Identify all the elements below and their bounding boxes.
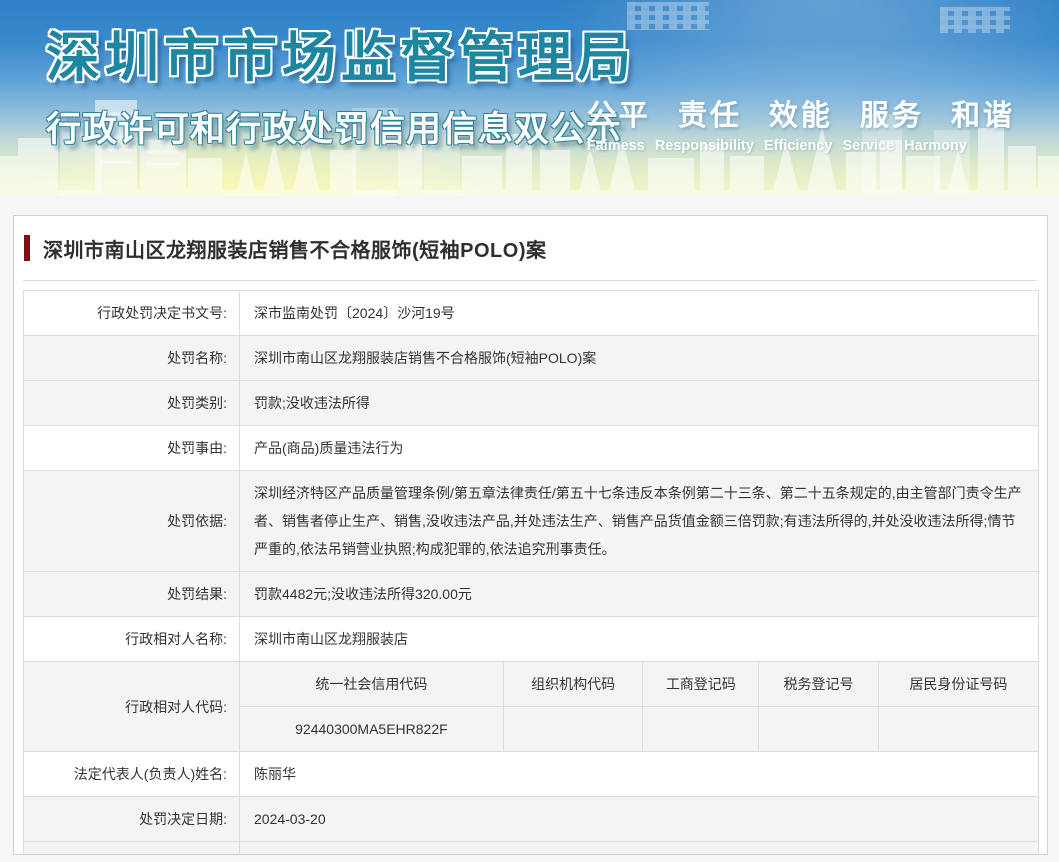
code-col-org: 组织机构代码 <box>503 662 643 707</box>
row-label: 行政相对人代码: <box>24 662 240 752</box>
row-decision-doc-no: 行政处罚决定书文号: 深市监南处罚〔2024〕沙河19号 <box>24 291 1039 336</box>
slogan-cn-text: 公平 责任 效能 服务 和谐 <box>587 92 1015 134</box>
id-number-value <box>878 707 1038 752</box>
site-subtitle: 行政许可和行政处罚信用信息双公示 <box>46 101 636 152</box>
case-title-row: 深圳市南山区龙翔服装店销售不合格服饰(短袖POLO)案 <box>23 233 1038 263</box>
decision-date-value: 2024-03-20 <box>240 797 1039 842</box>
row-label: 处罚依据: <box>24 471 240 572</box>
row-penalty-basis: 处罚依据: 深圳经济特区产品质量管理条例/第五章法律责任/第五十七条违反本条例第… <box>24 471 1039 572</box>
uscc-value: 92440300MA5EHR822F <box>240 707 503 752</box>
row-label: 处罚结果: <box>24 572 240 617</box>
row-penalty-reason: 处罚事由: 产品(商品)质量违法行为 <box>24 426 1039 471</box>
penalty-result-value: 罚款4482元;没收违法所得320.00元 <box>240 572 1039 617</box>
row-penalty-result: 处罚结果: 罚款4482元;没收违法所得320.00元 <box>24 572 1039 617</box>
row-label: 行政处罚决定书文号: <box>24 291 240 336</box>
row-label: 处罚事由: <box>24 426 240 471</box>
party-codes-header-row: 统一社会信用代码 组织机构代码 工商登记码 税务登记号 居民身份证号码 <box>240 662 1038 707</box>
row-label: 处罚决定日期: <box>24 797 240 842</box>
penalty-name-value: 深圳市南山区龙翔服装店销售不合格服饰(短袖POLO)案 <box>240 336 1039 381</box>
row-penalty-category: 处罚类别: 罚款;没收违法所得 <box>24 381 1039 426</box>
code-col-tax: 税务登记号 <box>759 662 879 707</box>
party-codes-cell: 统一社会信用代码 组织机构代码 工商登记码 税务登记号 居民身份证号码 9244… <box>240 662 1039 752</box>
row-penalty-name: 处罚名称: 深圳市南山区龙翔服装店销售不合格服饰(短袖POLO)案 <box>24 336 1039 381</box>
row-decision-date: 处罚决定日期: 2024-03-20 <box>24 797 1039 842</box>
site-title: 深圳市市场监督管理局 <box>46 13 636 92</box>
slogan-en-text: Faimess Responsibility Efficiency Servic… <box>587 138 1015 154</box>
row-label: 处罚类别: <box>24 381 240 426</box>
row-party-name: 行政相对人名称: 深圳市南山区龙翔服装店 <box>24 617 1039 662</box>
penalty-category-value: 罚款;没收违法所得 <box>240 381 1039 426</box>
row-penalty-authority: 处罚机关: 深圳市市场监督管理局南山监管局 <box>24 842 1039 856</box>
row-party-codes: 行政相对人代码: 统一社会信用代码 组织机构代码 工商登记码 <box>24 662 1039 752</box>
party-codes-table: 统一社会信用代码 组织机构代码 工商登记码 税务登记号 居民身份证号码 9244… <box>240 662 1038 751</box>
code-col-uscc: 统一社会信用代码 <box>240 662 503 707</box>
party-codes-value-row: 92440300MA5EHR822F <box>240 707 1038 752</box>
title-divider <box>23 280 1038 281</box>
penalty-authority-value: 深圳市市场监督管理局南山监管局 <box>240 842 1039 856</box>
site-banner: 深圳市市场监督管理局 行政许可和行政处罚信用信息双公示 公平 责任 效能 服务 … <box>0 0 1059 196</box>
row-legal-rep-name: 法定代表人(负责人)姓名: 陈丽华 <box>24 752 1039 797</box>
decision-doc-no-value: 深市监南处罚〔2024〕沙河19号 <box>240 291 1039 336</box>
case-title: 深圳市南山区龙翔服装店销售不合格服饰(短袖POLO)案 <box>43 234 547 263</box>
content-panel: 深圳市南山区龙翔服装店销售不合格服饰(短袖POLO)案 行政处罚决定书文号: 深… <box>13 215 1048 855</box>
penalty-basis-value: 深圳经济特区产品质量管理条例/第五章法律责任/第五十七条违反本条例第二十三条、第… <box>240 471 1039 572</box>
row-label: 行政相对人名称: <box>24 617 240 662</box>
row-label: 处罚名称: <box>24 336 240 381</box>
penalty-reason-value: 产品(商品)质量违法行为 <box>240 426 1039 471</box>
org-code-value <box>503 707 643 752</box>
tax-code-value <box>759 707 879 752</box>
party-name-value: 深圳市南山区龙翔服装店 <box>240 617 1039 662</box>
window-dots-decoration <box>627 2 709 30</box>
row-label: 法定代表人(负责人)姓名: <box>24 752 240 797</box>
page-body: 深圳市南山区龙翔服装店销售不合格服饰(短袖POLO)案 行政处罚决定书文号: 深… <box>0 215 1059 862</box>
legal-rep-name-value: 陈丽华 <box>240 752 1039 797</box>
window-dots-decoration <box>940 7 1010 33</box>
title-accent-bar <box>24 235 30 261</box>
business-code-value <box>643 707 759 752</box>
code-col-id: 居民身份证号码 <box>878 662 1038 707</box>
row-label: 处罚机关: <box>24 842 240 856</box>
penalty-info-table: 行政处罚决定书文号: 深市监南处罚〔2024〕沙河19号 处罚名称: 深圳市南山… <box>23 290 1039 855</box>
code-col-business: 工商登记码 <box>643 662 759 707</box>
